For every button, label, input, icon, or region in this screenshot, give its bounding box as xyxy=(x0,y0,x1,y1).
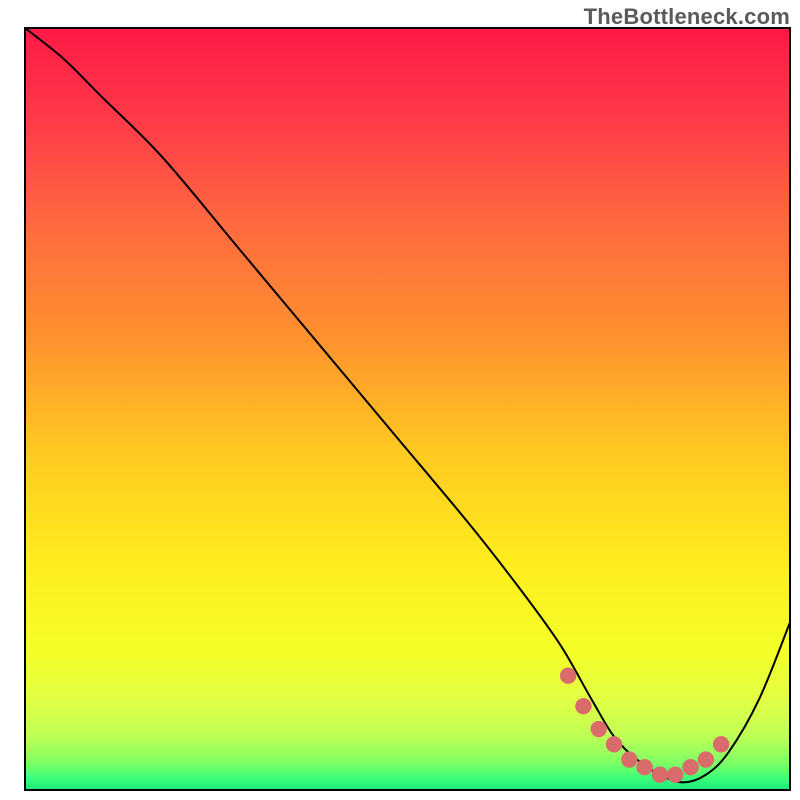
marker-dot xyxy=(560,668,576,684)
marker-dot xyxy=(713,736,729,752)
marker-dot xyxy=(575,698,591,714)
marker-dot xyxy=(621,751,637,767)
chart-svg xyxy=(0,0,800,800)
marker-dot xyxy=(667,767,683,783)
gradient-background xyxy=(25,28,790,790)
marker-dot xyxy=(698,751,714,767)
marker-dot xyxy=(591,721,607,737)
marker-dot xyxy=(682,759,698,775)
marker-dot xyxy=(636,759,652,775)
marker-dot xyxy=(606,736,622,752)
chart-stage: TheBottleneck.com xyxy=(0,0,800,800)
marker-dot xyxy=(652,767,668,783)
